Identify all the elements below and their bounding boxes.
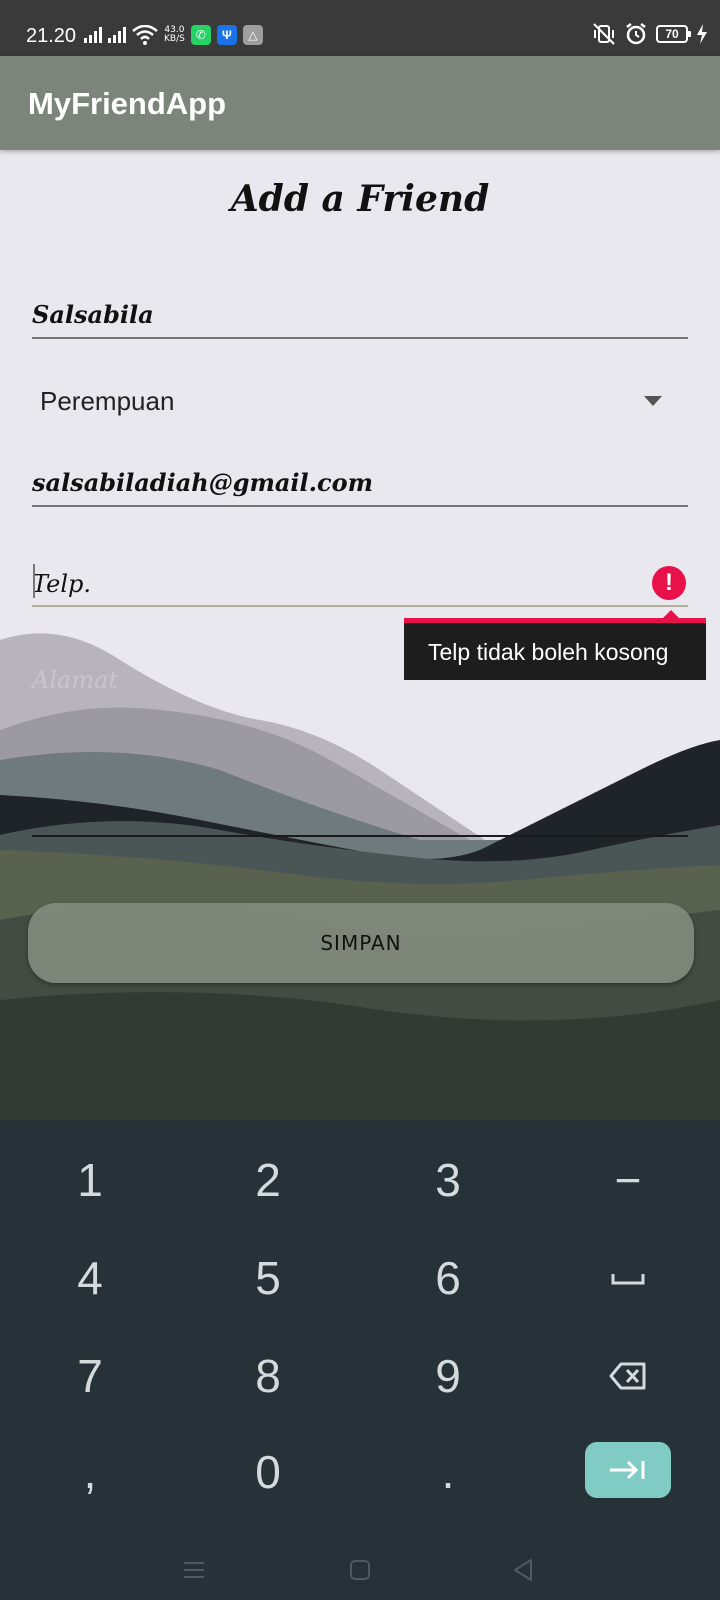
status-left-icons: 43.0 KB/S ✆ Ψ △ xyxy=(84,23,263,47)
charging-icon xyxy=(697,24,707,44)
key-next[interactable] xyxy=(585,1442,671,1498)
key-6[interactable]: 6 xyxy=(358,1230,538,1326)
battery-level: 70 xyxy=(665,27,679,41)
text-cursor xyxy=(33,564,35,598)
key-period[interactable]: . xyxy=(358,1424,538,1520)
alarm-icon xyxy=(626,23,646,45)
email-field[interactable]: salsabiladiah@gmail.com xyxy=(32,462,688,508)
key-1[interactable]: 1 xyxy=(0,1132,180,1228)
key-minus[interactable]: − xyxy=(538,1132,718,1228)
phone-placeholder: Telp. xyxy=(32,570,92,598)
key-space[interactable] xyxy=(538,1230,718,1326)
status-time: 21.20 xyxy=(26,25,77,47)
name-field[interactable]: Salsabila xyxy=(32,296,688,340)
key-comma[interactable]: , xyxy=(0,1424,180,1520)
key-backspace[interactable] xyxy=(538,1328,718,1424)
menu-icon xyxy=(184,1562,204,1578)
signal-icon xyxy=(84,27,102,43)
navigation-bar xyxy=(0,1536,720,1600)
net-speed: 43.0 KB/S xyxy=(164,26,185,44)
back-nav-button[interactable] xyxy=(503,1554,543,1586)
app-title: MyFriendApp xyxy=(28,86,227,121)
save-button-label: SIMPAN xyxy=(320,931,402,955)
notification-icon: △ xyxy=(242,25,263,45)
back-triangle-icon xyxy=(514,1559,532,1581)
save-button[interactable]: SIMPAN xyxy=(28,903,694,983)
space-icon xyxy=(611,1274,645,1285)
tab-next-icon xyxy=(610,1460,645,1480)
dropdown-arrow-icon xyxy=(644,396,662,406)
error-icon[interactable]: ! xyxy=(652,566,686,600)
key-3[interactable]: 3 xyxy=(358,1132,538,1228)
backspace-icon xyxy=(609,1362,646,1390)
address-underline xyxy=(32,835,688,837)
battery-icon: 70 xyxy=(656,25,691,43)
net-speed-unit: KB/S xyxy=(164,34,185,44)
gender-value: Perempuan xyxy=(40,386,175,416)
name-value: Salsabila xyxy=(32,300,154,329)
gender-dropdown[interactable]: Perempuan xyxy=(40,380,670,424)
status-bar: 21.20 43.0 KB/S ✆ Ψ △ 70 xyxy=(0,0,720,56)
wifi-icon xyxy=(132,25,158,45)
status-right-icons: 70 xyxy=(592,22,708,46)
home-square-icon xyxy=(350,1560,370,1580)
key-2[interactable]: 2 xyxy=(178,1132,358,1228)
home-nav-button[interactable] xyxy=(340,1554,380,1586)
usb-icon: Ψ xyxy=(216,25,237,45)
app-bar: MyFriendApp xyxy=(0,56,720,150)
mute-vibrate-icon xyxy=(593,23,615,45)
name-underline xyxy=(32,337,688,339)
page-title: Add a Friend xyxy=(230,178,490,220)
phone-field[interactable]: Telp. xyxy=(32,562,688,608)
signal-icon xyxy=(108,27,126,43)
key-4[interactable]: 4 xyxy=(0,1230,180,1326)
key-8[interactable]: 8 xyxy=(178,1328,358,1424)
whatsapp-icon: ✆ xyxy=(190,25,211,45)
key-5[interactable]: 5 xyxy=(178,1230,358,1326)
email-value: salsabiladiah@gmail.com xyxy=(32,468,374,497)
key-7[interactable]: 7 xyxy=(0,1328,180,1424)
error-pointer xyxy=(663,610,679,618)
menu-nav-button[interactable] xyxy=(174,1554,214,1586)
email-underline xyxy=(32,505,688,507)
address-placeholder: Alamat xyxy=(32,666,119,694)
phone-underline xyxy=(32,605,688,607)
key-0[interactable]: 0 xyxy=(178,1424,358,1520)
key-9[interactable]: 9 xyxy=(358,1328,538,1424)
address-field[interactable]: Alamat xyxy=(32,660,688,838)
